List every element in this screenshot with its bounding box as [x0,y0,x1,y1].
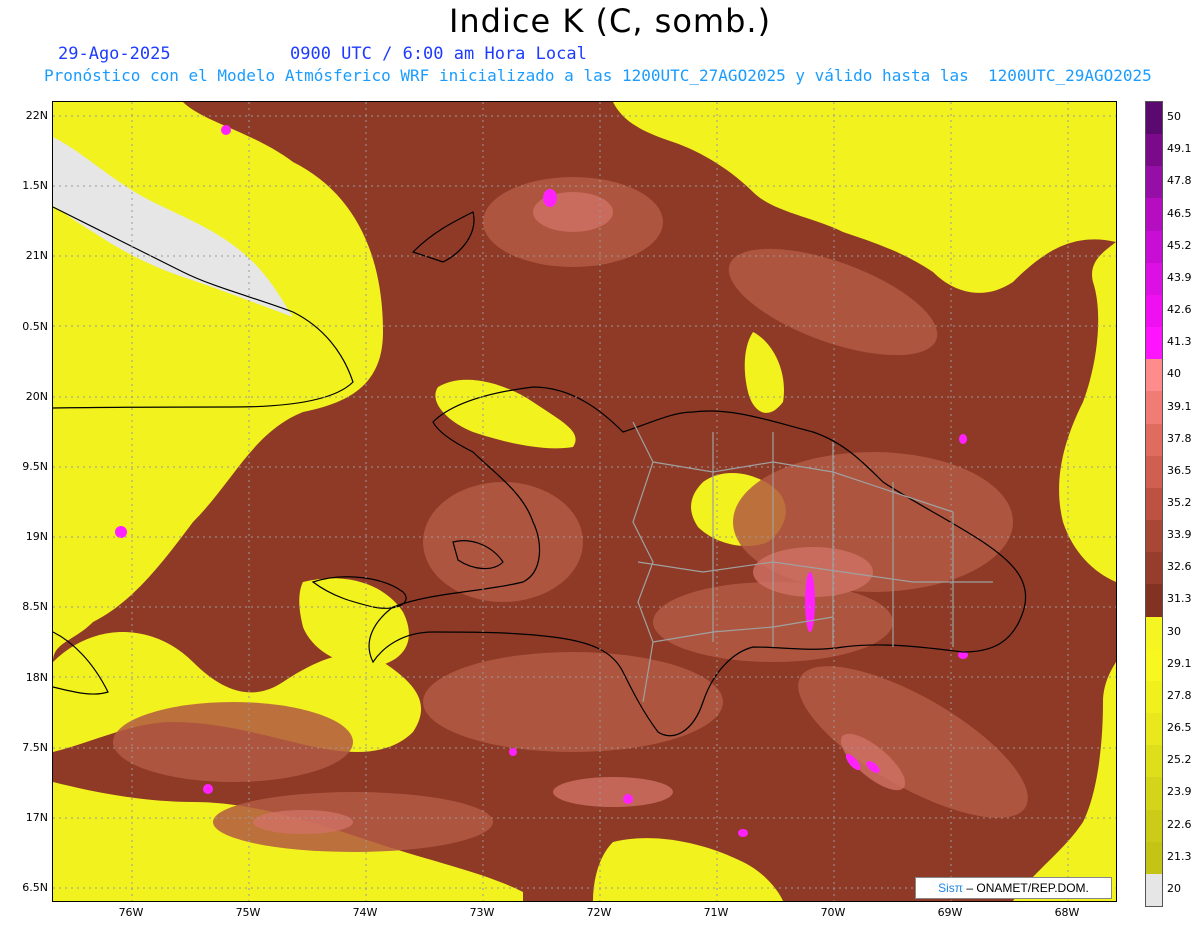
colorbar-segment [1146,584,1162,618]
lon-label: 71W [703,906,729,919]
lat-label: 0.5N [22,320,48,333]
colorbar-label: 20 [1167,881,1181,895]
lon-label: 72W [586,906,612,919]
colorbar-label: 45.2 [1167,238,1192,252]
lat-label: 17N [25,811,48,824]
colorbar-label: 47.8 [1167,174,1192,188]
lat-label: 1.5N [22,179,48,192]
colorbar-label: 39.1 [1167,399,1192,413]
lat-label: 18N [25,671,48,684]
colorbar-label: 32.6 [1167,560,1192,574]
colorbar-segment [1146,520,1162,553]
colorbar-segment [1146,102,1162,135]
colorbar-label: 27.8 [1167,688,1192,702]
colorbar-label: 22.6 [1167,817,1192,831]
colorbar-segment [1146,809,1162,843]
colorbar-segment [1146,166,1162,199]
map-title: Indice K (C, somb.) [448,2,772,40]
colorbar-label: 40 [1167,367,1181,381]
lon-label: 70W [820,906,846,919]
lat-label: 22N [25,109,48,122]
colorbar-segment [1146,294,1162,328]
colorbar-segment [1146,391,1162,425]
valid-date: 29-Ago-2025 [58,44,171,64]
colorbar-label: 21.3 [1167,849,1192,863]
colorbar-segment [1146,423,1162,457]
colorbar-segment [1146,648,1162,682]
colorbar-label: 30 [1167,624,1181,638]
lat-label: 19N [25,530,48,543]
lon-label: 74W [352,906,378,919]
colorbar-label: 29.1 [1167,656,1192,670]
lon-label: 69W [937,906,963,919]
colorbar-segment [1146,230,1162,264]
colorbar-label: 37.8 [1167,431,1192,445]
lat-label: 8.5N [22,600,48,613]
colorbar-label: 23.9 [1167,785,1192,799]
lon-label: 76W [118,906,144,919]
colorbar-segment [1146,745,1162,778]
colorbar-segment [1146,777,1162,811]
colorbar-segment [1146,327,1162,360]
lat-label: 9.5N [22,460,48,473]
colorbar-label: 42.6 [1167,303,1192,317]
colorbar-segment [1146,873,1162,907]
colorbar-label: 33.9 [1167,528,1192,542]
valid-time: 0900 UTC / 6:00 am Hora Local [290,44,587,64]
colorbar [1145,101,1163,907]
lon-label: 68W [1054,906,1080,919]
lon-label: 75W [235,906,261,919]
map-panel [52,101,1117,902]
colorbar-segment [1146,198,1162,232]
sispi-logo: Sisπ [938,881,964,895]
colorbar-label: 41.3 [1167,335,1192,349]
colorbar-segment [1146,134,1162,167]
colorbar-label: 26.5 [1167,721,1192,735]
colorbar-segment [1146,359,1162,392]
colorbar-label: 25.2 [1167,753,1192,767]
lat-label: 7.5N [22,741,48,754]
colorbar-label: 31.3 [1167,592,1192,606]
colorbar-label: 43.9 [1167,270,1192,284]
colorbar-segment [1146,680,1162,714]
colorbar-label: 35.2 [1167,496,1192,509]
lon-label: 73W [469,906,495,919]
colorbar-segment [1146,455,1162,489]
colorbar-label: 49.1 [1167,142,1192,156]
colorbar-segment [1146,262,1162,296]
colorbar-label: 36.5 [1167,463,1192,477]
colorbar-segment [1146,713,1162,746]
colorbar-segment [1146,487,1162,521]
forecast-description: Pronóstico con el Modelo Atmósferico WRF… [44,66,1152,85]
lat-label: 6.5N [22,881,48,894]
credit-text: – ONAMET/REP.DOM. [966,881,1089,895]
colorbar-segment [1146,616,1162,650]
lat-label: 20N [25,390,48,403]
colorbar-segment [1146,552,1162,585]
colorbar-segment [1146,841,1162,875]
colorbar-label: 50 [1167,110,1181,124]
credit-box: Sisπ – ONAMET/REP.DOM. [915,877,1112,899]
colorbar-label: 46.5 [1167,206,1192,220]
lat-label: 21N [25,249,48,262]
